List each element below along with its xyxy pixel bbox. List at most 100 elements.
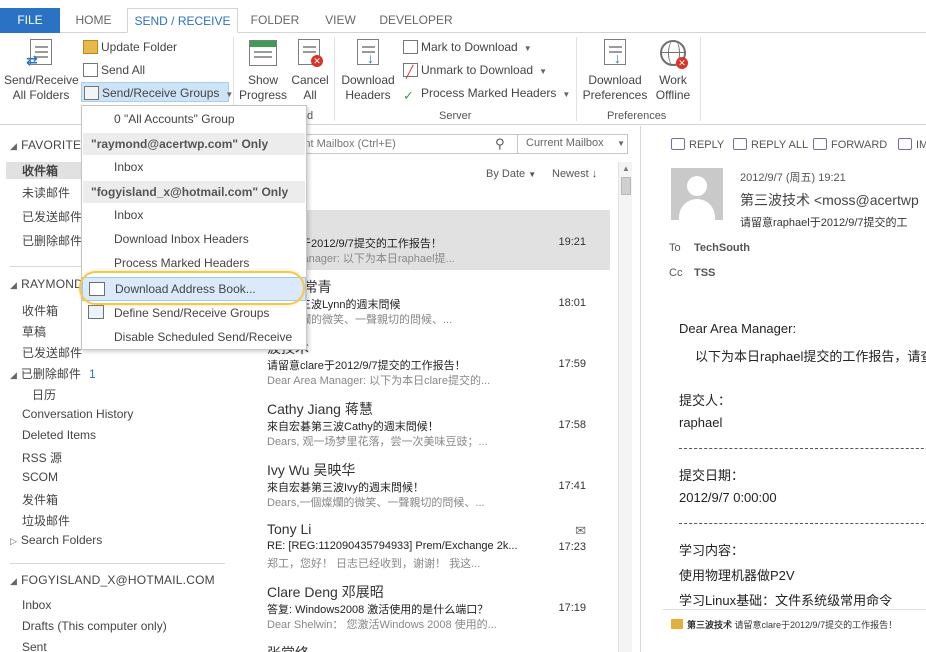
message-row[interactable]: Cathy Jiang 蒋慧 來自宏碁第三波Cathy的週末問候！ Dears,… [232, 393, 610, 453]
download-preferences-label-1: Download [588, 73, 642, 87]
message-subject: aphael于2012/9/7提交的工作报告！ [267, 238, 442, 250]
message-list-scrollbar[interactable]: ▲ [618, 162, 632, 652]
replied-envelope-icon: ✉ [575, 523, 586, 538]
download-headers-label-1: Download [341, 73, 395, 87]
send-receive-all-label-1: Send/Receive [4, 73, 79, 87]
fav-folder-inbox[interactable]: 收件箱 [6, 162, 81, 179]
search-scope-dropdown[interactable]: Current Mailbox ▼ [517, 134, 629, 154]
folder-calendar[interactable]: 日历 [32, 386, 56, 403]
message-row[interactable]: Clare Deng 邓展昭 答复: Windows2008 激活使用的是什么端… [232, 576, 610, 636]
sort-order-toggle[interactable]: Newest ↓ [552, 168, 597, 180]
send-receive-groups-icon [84, 86, 99, 100]
body-submit-date-label: 提交日期： [679, 468, 745, 483]
reply-button[interactable]: REPLY [671, 138, 724, 151]
folder-drafts[interactable]: 草稿 [22, 323, 46, 340]
message-sender: 张常终 [267, 643, 309, 652]
scroll-thumb[interactable] [621, 177, 631, 195]
tab-home[interactable]: HOME [66, 8, 121, 33]
update-folder-button[interactable]: Update Folder [83, 37, 177, 57]
folder-scom[interactable]: SCOM [22, 470, 58, 484]
download-headers-label-2: Headers [345, 88, 391, 102]
menu-item-download-inbox-headers[interactable]: Download Inbox Headers [82, 227, 306, 251]
to-value[interactable]: TechSouth [694, 242, 750, 254]
hotmail-folder-inbox[interactable]: Inbox [22, 598, 51, 612]
im-button[interactable]: IM [898, 138, 926, 151]
menu-item-raymond-inbox[interactable]: Inbox [82, 155, 306, 179]
body-content-line-1: 使用物理机器做P2V [679, 568, 795, 583]
mark-to-download-button[interactable]: Mark to Download ▼ [403, 37, 532, 57]
tab-developer[interactable]: DEVELOPER [376, 8, 456, 33]
cancel-all-label-2: All [303, 88, 317, 102]
chevron-down-icon: ▼ [562, 90, 571, 99]
download-preferences-button[interactable]: ↓ Download Preferences [582, 39, 648, 103]
chevron-down-icon: ▼ [539, 67, 547, 76]
fav-folder-sent[interactable]: 已发送邮件 [22, 208, 82, 225]
show-progress-button[interactable]: Show Progress [238, 39, 288, 103]
body-greeting: Dear Area Manager: [679, 321, 797, 336]
cancel-all-button[interactable]: ✕ Cancel All [289, 39, 331, 103]
send-receive-all-label-2: All Folders [12, 88, 70, 102]
message-row[interactable]: Ivy Wu 吴映华 來自宏碁第三波Ivy的週末問候！ Dears,一個燦爛的微… [232, 454, 610, 514]
embedded-message-link[interactable]: 第三波技术 请留意clare于2012/9/7提交的工作报告！ [671, 618, 897, 631]
hotmail-folder-sent[interactable]: Sent [22, 640, 47, 652]
folder-rss[interactable]: RSS 源 [22, 449, 62, 466]
message-subject: 來自宏碁第三波Ivy的週末問候！ [267, 482, 425, 494]
menu-item-define-groups[interactable]: Define Send/Receive Groups [82, 301, 306, 325]
folder-outbox[interactable]: 发件箱 [22, 491, 58, 508]
message-time: 17:59 [558, 358, 586, 370]
menu-item-download-address-book[interactable]: Download Address Book... [82, 277, 306, 301]
process-marked-headers-label: Process Marked Headers [421, 86, 557, 100]
tab-folder[interactable]: FOLDER [244, 8, 306, 33]
collapse-triangle-icon: ◢ [10, 280, 18, 290]
reply-all-button[interactable]: REPLY ALL [733, 138, 808, 151]
menu-item-process-marked-headers[interactable]: Process Marked Headers [82, 251, 306, 275]
message-subject: 答复: Windows2008 激活使用的是什么端口？ [267, 604, 489, 616]
unmark-to-download-button[interactable]: ╱ Unmark to Download ▼ [403, 60, 547, 80]
work-offline-label-2: Offline [655, 88, 691, 102]
sort-by-dropdown[interactable]: By Date ▼ [486, 168, 536, 180]
account-hotmail-header[interactable]: ◢ FOGYISLAND_X@HOTMAIL.COM [10, 573, 215, 587]
folder-sent[interactable]: 已发送邮件 [22, 344, 82, 361]
menu-item-fogyisland-inbox[interactable]: Inbox [82, 203, 306, 227]
favorites-header[interactable]: ◢ FAVORITES [10, 138, 89, 152]
search-icon[interactable]: ⚲ [495, 136, 505, 152]
body-submit-date-value: 2012/9/7 0:00:00 [679, 490, 777, 505]
body-intro: 以下为本日raphael提交的工作报告，请查 [695, 349, 926, 364]
tab-file[interactable]: FILE [0, 8, 60, 33]
fav-folder-unread[interactable]: 未读邮件 [22, 184, 70, 201]
send-receive-all-folders-button[interactable]: ⇄ Send/Receive All Folders [4, 39, 79, 103]
menu-header-fogyisland: "fogyisland_x@hotmail.com" Only [83, 181, 305, 203]
fav-folder-deleted[interactable]: 已删除邮件 [22, 232, 82, 249]
process-marked-headers-button[interactable]: ✓ Process Marked Headers ▼ [403, 83, 570, 103]
scroll-up-icon[interactable]: ▲ [622, 164, 630, 173]
tab-view[interactable]: VIEW [313, 8, 368, 33]
folder-conversation-history[interactable]: Conversation History [22, 407, 133, 421]
avatar [671, 168, 723, 220]
folder-inbox[interactable]: 收件箱 [22, 302, 58, 319]
forward-button[interactable]: FORWARD [813, 138, 887, 151]
reply-icon [671, 138, 685, 150]
folder-deleted[interactable]: ◢ 已删除邮件 1 [10, 365, 96, 382]
work-offline-button[interactable]: ✕ Work Offline [651, 39, 695, 103]
chevron-down-icon: ▼ [617, 139, 625, 148]
folder-junk[interactable]: 垃圾邮件 [22, 512, 70, 529]
message-icon [671, 619, 683, 629]
cancel-all-label-1: Cancel [291, 73, 329, 87]
folder-deleted-items[interactable]: Deleted Items [22, 428, 96, 442]
message-from[interactable]: 第三波技术 <moss@acertwp [740, 190, 919, 210]
menu-item-disable-scheduled[interactable]: Disable Scheduled Send/Receive [82, 325, 306, 349]
account-raymond-header[interactable]: ◢ RAYMOND [10, 277, 83, 291]
send-all-icon [83, 63, 98, 77]
tab-send-receive[interactable]: SEND / RECEIVE [127, 8, 238, 33]
hotmail-folder-drafts[interactable]: Drafts (This computer only) [22, 619, 167, 633]
download-headers-button[interactable]: ↓ Download Headers [339, 39, 397, 103]
body-submitter-label: 提交人： [679, 393, 732, 408]
message-row[interactable]: 张常终 [232, 637, 610, 652]
folder-search-folders[interactable]: ▷ Search Folders [10, 533, 102, 547]
menu-item-all-accounts-group[interactable]: 0 "All Accounts" Group [82, 107, 306, 131]
send-receive-groups-button[interactable]: Send/Receive Groups ▼ [81, 82, 233, 102]
cc-value[interactable]: TSS [694, 267, 715, 279]
message-row[interactable]: Tony Li ✉ RE: [REG:112090435794933] Prem… [232, 515, 610, 575]
send-all-button[interactable]: Send All [83, 60, 145, 80]
reading-pane-scrollbar[interactable] [663, 609, 926, 610]
